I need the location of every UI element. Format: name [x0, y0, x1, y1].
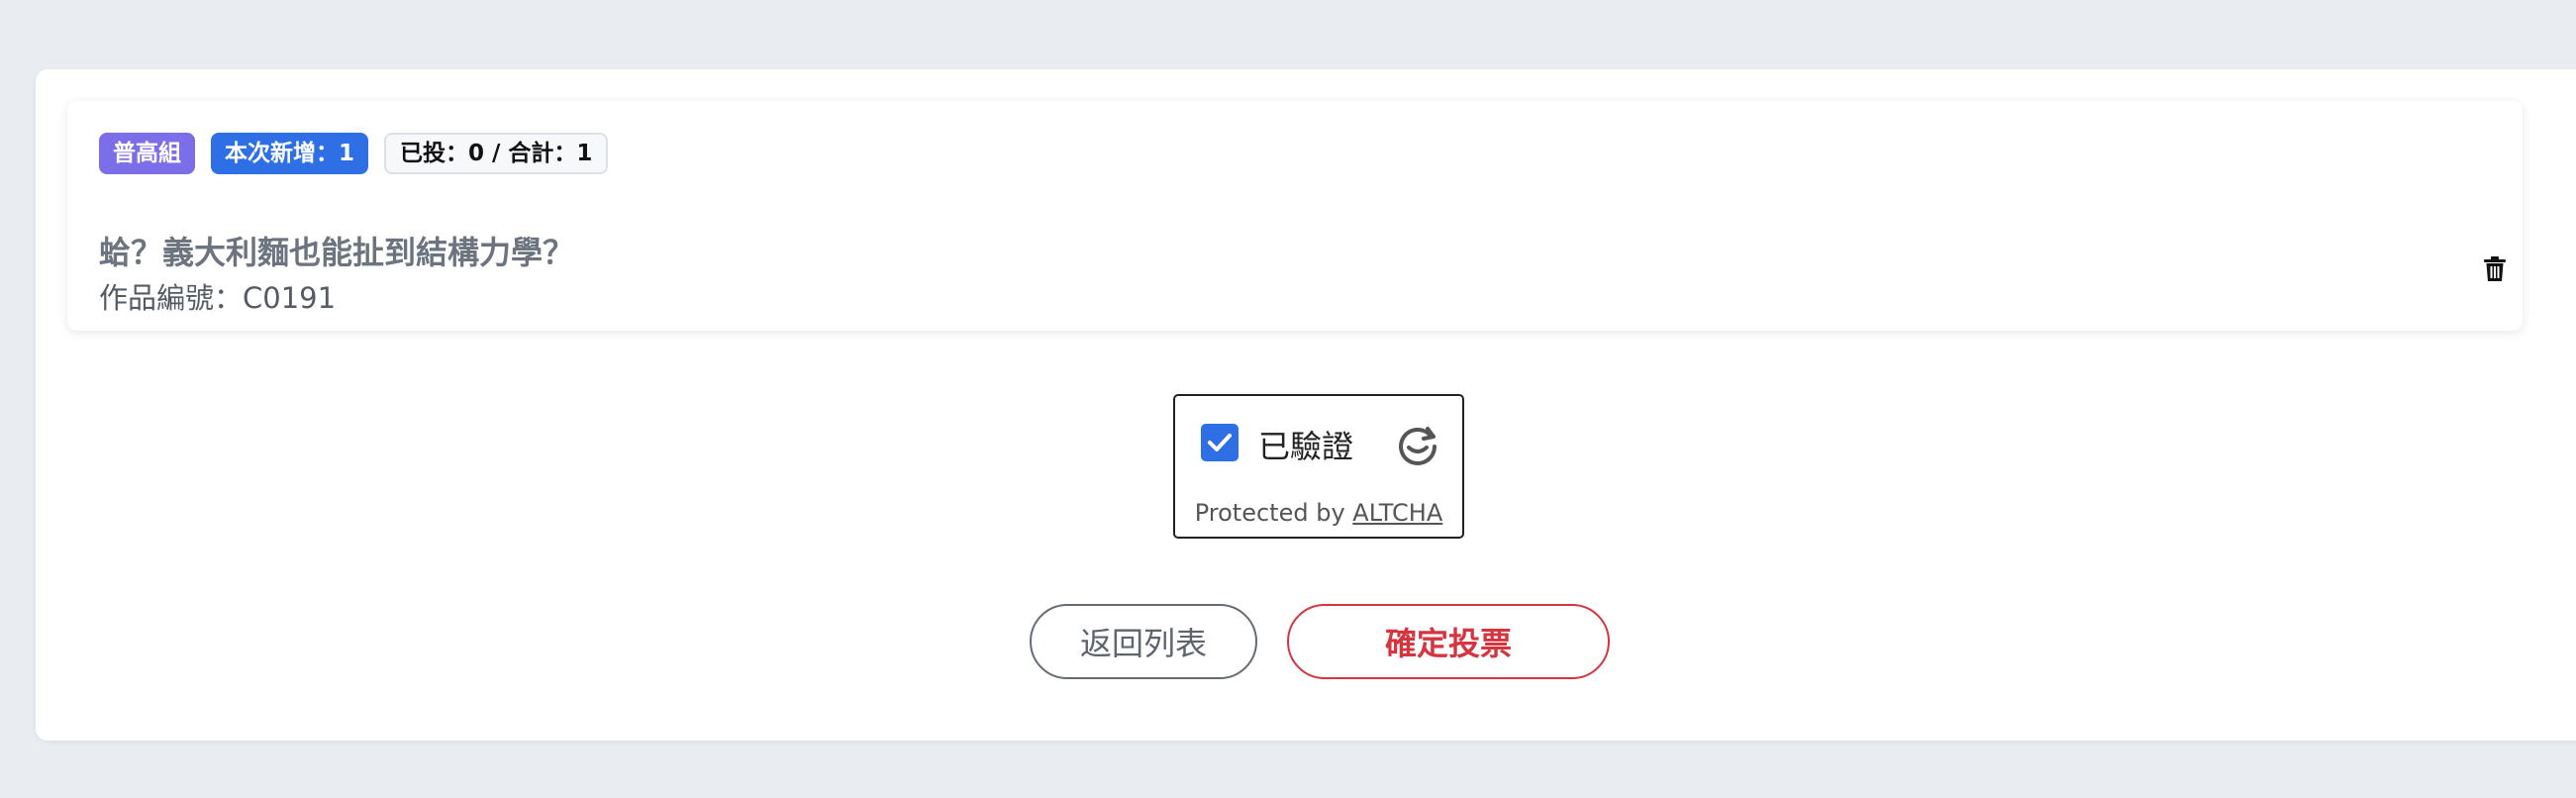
- selected-work-card: 普高組 本次新增：1 已投：0 / 合計：1 蛤？義大利麵也能扯到結構力學？ 作…: [67, 101, 2523, 331]
- altcha-widget: 已驗證 Protected by ALTCHA: [1173, 394, 1464, 539]
- badge-row: 普高組 本次新增：1 已投：0 / 合計：1: [99, 133, 609, 174]
- vote-total-badge: 已投：0 / 合計：1: [384, 133, 609, 174]
- protected-by-text: Protected by: [1194, 499, 1353, 527]
- vote-panel: 普高組 本次新增：1 已投：0 / 合計：1 蛤？義大利麵也能扯到結構力學？ 作…: [36, 69, 2576, 741]
- altcha-link[interactable]: ALTCHA: [1352, 499, 1442, 527]
- added-count-badge: 本次新增：1: [211, 133, 369, 174]
- work-code: 作品編號：C0191: [99, 281, 337, 315]
- captcha-checkbox[interactable]: [1201, 424, 1238, 461]
- captcha-status-label: 已驗證: [1258, 428, 1354, 465]
- checkmark-icon: [1208, 434, 1232, 451]
- trash-icon: [2484, 256, 2506, 281]
- confirm-vote-button[interactable]: 確定投票: [1287, 604, 1610, 679]
- work-title: 蛤？義大利麵也能扯到結構力學？: [99, 234, 575, 271]
- captcha-footer: Protected by ALTCHA: [1175, 499, 1462, 527]
- back-to-list-button[interactable]: 返回列表: [1030, 604, 1257, 679]
- delete-button[interactable]: [2477, 249, 2513, 289]
- group-badge: 普高組: [99, 133, 195, 174]
- altcha-logo-icon: [1399, 427, 1437, 465]
